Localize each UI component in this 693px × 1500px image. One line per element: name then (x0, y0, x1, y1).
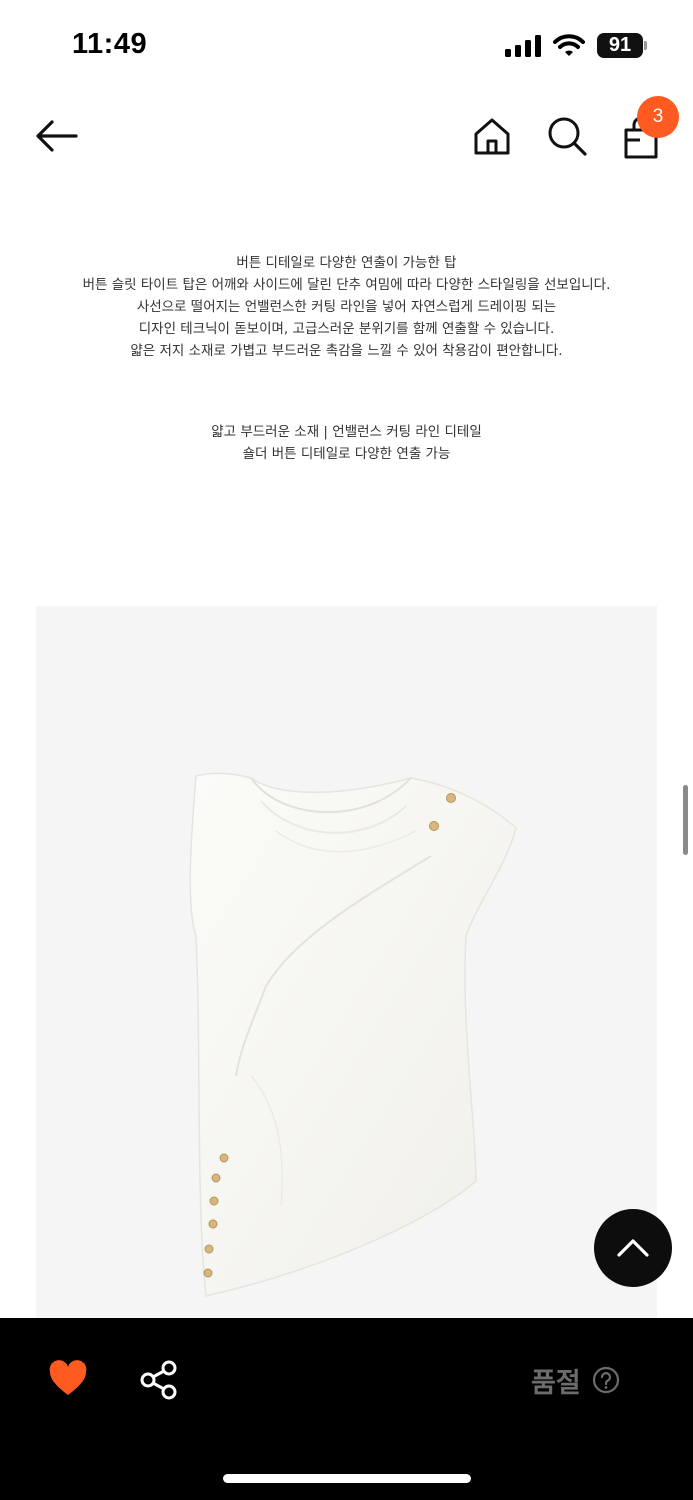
battery-level: 91 (597, 33, 643, 58)
wifi-icon (553, 34, 585, 56)
help-icon[interactable] (592, 1366, 620, 1394)
description-line: 사선으로 떨어지는 언밸런스한 커팅 라인을 넣어 자연스럽게 드레이핑 되는 (136, 299, 557, 315)
scroll-to-top-button[interactable] (594, 1209, 672, 1287)
chevron-up-icon (617, 1239, 649, 1257)
description-line: 디자인 테크닉이 돋보이며, 고급스러운 분위기를 함께 연출할 수 있습니다. (138, 321, 555, 337)
battery-icon: 91 (597, 33, 647, 58)
description-line: 버튼 디테일로 다양한 연출이 가능한 탑 (236, 255, 457, 271)
battery-cap (644, 41, 647, 50)
product-features: 얇고 부드러운 소재 | 언밸런스 커팅 라인 디테일 숄더 버튼 디테일로 다… (0, 421, 693, 465)
sold-out-label: 품절 (531, 1368, 581, 1399)
feature-line: 숄더 버튼 디테일로 다양한 연출 가능 (242, 446, 451, 462)
back-icon[interactable] (32, 114, 80, 158)
product-image (36, 606, 657, 1318)
share-icon[interactable] (140, 1360, 178, 1400)
status-bar: 11:49 91 (0, 0, 693, 92)
description-line: 버튼 슬릿 타이트 탑은 어깨와 사이드에 달린 단추 여밈에 따라 다양한 스… (82, 277, 611, 293)
product-description: 버튼 디테일로 다양한 연출이 가능한 탑 버튼 슬릿 타이트 탑은 어깨와 사… (0, 252, 693, 362)
signal-icon (505, 35, 541, 57)
feature-line: 얇고 부드러운 소재 | 언밸런스 커팅 라인 디테일 (211, 424, 482, 440)
product-photo-top (189, 772, 517, 1297)
description-line: 얇은 저지 소재로 가볍고 부드러운 촉감을 느낄 수 있어 착용감이 편안합니… (130, 343, 563, 359)
scrollbar[interactable] (683, 785, 688, 855)
bottom-bar: 품절 (0, 1318, 693, 1500)
cart-badge[interactable]: 3 (637, 96, 679, 138)
home-icon[interactable] (470, 114, 514, 158)
status-time: 11:49 (72, 28, 148, 60)
heart-icon[interactable] (48, 1360, 88, 1398)
home-indicator[interactable] (223, 1474, 471, 1483)
nav-header (0, 92, 693, 192)
search-icon[interactable] (545, 114, 589, 158)
